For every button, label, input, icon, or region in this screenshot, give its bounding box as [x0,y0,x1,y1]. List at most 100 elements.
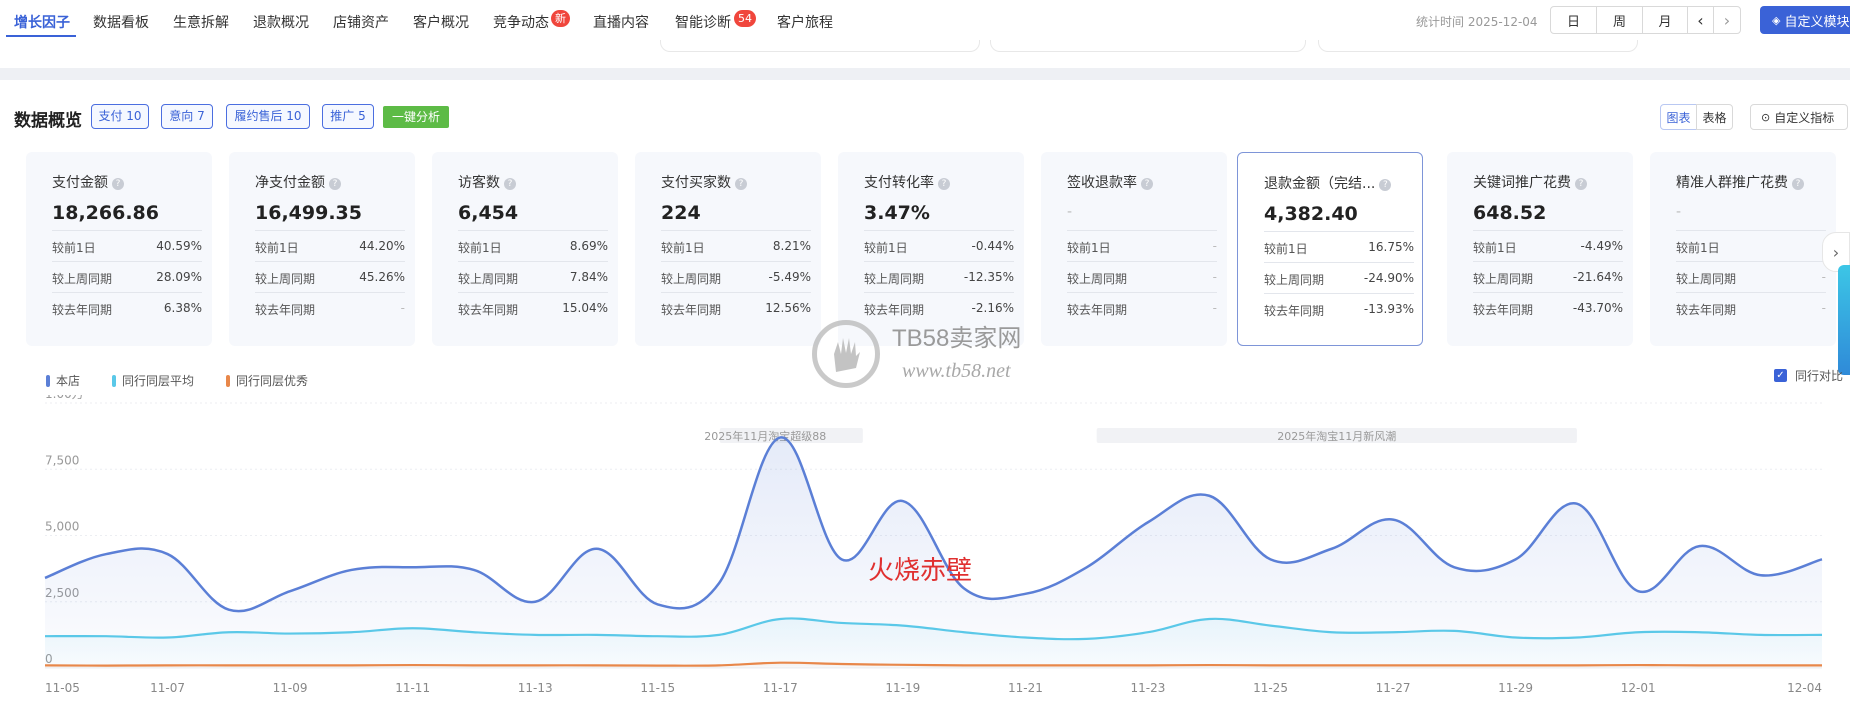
x-tick-label: 11-27 [1376,681,1411,695]
metric-value: 3.47% [864,202,930,224]
metric-card[interactable]: 退款金额（完结...? 4,382.40 较前1日 16.75% 较上周同期 -24.90… [1237,152,1423,346]
comparison-value: - [1212,239,1217,253]
tab-competition[interactable]: 竞争动态 [493,12,549,32]
help-icon[interactable]: ? [1792,178,1804,190]
comparison-label: 较前1日 [1473,241,1517,255]
custom-metric-label: 自定义指标 [1774,110,1835,125]
help-icon[interactable]: ? [1379,179,1392,191]
x-tick-label: 11-15 [640,681,675,695]
tab-customer-overview[interactable]: 客户概况 [413,12,469,32]
help-icon[interactable]: ? [735,178,747,190]
comparison-row: 较前1日- [1676,230,1826,260]
y-tick-label: 1.00万 [45,395,84,401]
comparison-row: 较去年同期 -43.70% [1473,292,1623,322]
metric-card[interactable]: 净支付金额? 16,499.35 较前1日 44.20% 较上周同期 45.26% 较去年同… [229,152,415,346]
peer-compare-toggle[interactable]: ✓ 同行对比 [1774,367,1843,384]
tab-shop-assets[interactable]: 店铺资产 [333,12,389,32]
one-click-analyze-button[interactable]: 一键分析 [383,106,449,128]
legend-item-peer-average[interactable]: 同行同层平均 [112,372,194,389]
legend-swatch [46,374,50,387]
period-week-button[interactable]: 周 [1596,6,1643,34]
help-icon[interactable]: ? [112,178,124,190]
view-table-button[interactable]: 表格 [1696,104,1733,130]
comparison-label: 较上周同期 [661,272,722,286]
x-tick-label: 11-25 [1253,681,1288,695]
watermark-logo [812,320,880,388]
metric-card[interactable]: 精准人群推广花费? - 较前1日- 较上周同期 - 较去年同期 - [1650,152,1836,346]
tab-business-breakdown[interactable]: 生意拆解 [173,12,229,32]
comparison-value: - [1821,270,1826,284]
tab-customer-journey[interactable]: 客户旅程 [777,12,833,32]
filter-chip-intent[interactable]: 意向 7 [161,104,213,129]
metric-label-text: 访客数 [458,175,500,191]
comparison-value: - [400,301,405,315]
tab-data-board[interactable]: 数据看板 [93,12,149,32]
metric-label-text: 关键词推广花费 [1473,175,1571,191]
custom-module-button[interactable]: ◈ 自定义模块 [1760,6,1850,34]
x-tick-label: 11-09 [273,681,308,695]
tab-smart-diagnosis[interactable]: 智能诊断 [675,12,731,32]
metric-card[interactable]: 支付买家数? 224 较前1日 8.21% 较上周同期 -5.49% 较去年同期 12.56% [635,152,821,346]
tab-refund-overview[interactable]: 退款概况 [253,12,309,32]
comparison-value: 40.59% [156,239,202,253]
comparison-value: 6.38% [163,301,202,315]
comparison-row: 较上周同期 7.84% [458,261,608,291]
next-period-icon[interactable]: › [1713,6,1741,34]
comparison-label: 较去年同期 [52,303,113,317]
comparison-row: 较去年同期 15.04% [458,292,608,322]
watermark-url: www.tb58.net [902,360,1011,382]
filter-chip-payment[interactable]: 支付 10 [91,104,149,129]
metric-card[interactable]: 关键词推广花费? 648.52 较前1日 -4.49% 较上周同期 -21.64% 较去年同… [1447,152,1633,346]
side-widget[interactable] [1838,265,1850,375]
event-label: 2025年11月淘宝超级88 [704,429,826,443]
comparison-label: 较上周同期 [52,272,113,286]
comparison-value: -4.49% [1580,239,1623,253]
comparison-value: 12.56% [765,301,811,315]
period-day-button[interactable]: 日 [1550,6,1597,34]
metric-value: - [1676,204,1682,220]
collapsed-card [660,40,980,52]
help-icon[interactable]: ? [1575,178,1587,190]
comparison-label: 较去年同期 [255,303,316,317]
metric-label: 关键词推广花费? [1473,172,1587,192]
active-tab-indicator [6,35,76,37]
x-tick-label: 11-29 [1498,681,1533,695]
filter-chip-promotion[interactable]: 推广 5 [322,104,374,129]
view-chart-button[interactable]: 图表 [1660,104,1697,130]
legend-item-store[interactable]: 本店 [46,372,80,389]
legend-label: 同行同层优秀 [236,374,309,388]
comparison-row: 较前1日- [1067,230,1217,260]
legend-label: 本店 [56,374,81,388]
comparison-value: -5.49% [768,270,811,284]
metric-card[interactable]: 支付金额? 18,266.86 较前1日 40.59% 较上周同期 28.09% 较去年同期… [26,152,212,346]
event-label: 2025年淘宝11月新风潮 [1277,429,1396,443]
comparison-value: -13.93% [1363,302,1414,316]
help-icon[interactable]: ? [1141,178,1153,190]
metric-value: 224 [661,202,701,224]
help-icon[interactable]: ? [504,178,516,190]
filter-chip-fulfillment[interactable]: 履约售后 10 [226,104,310,129]
metric-card[interactable]: 签收退款率? - 较前1日 - 较上周同期 - 较去年同期 - [1041,152,1227,346]
legend-item-peer-excellent[interactable]: 同行同层优秀 [226,372,308,389]
period-month-button[interactable]: 月 [1642,6,1688,34]
comparison-row: 较上周同期 45.26% [255,261,405,291]
tab-live-content[interactable]: 直播内容 [593,12,649,32]
comparison-row: 较去年同期 - [1676,292,1826,322]
metric-card[interactable]: 访客数? 6,454 较前1日 8.69% 较上周同期 7.84% 较去年同期 15.04% [432,152,618,346]
metric-label-text: 支付金额 [52,175,108,191]
metric-card[interactable]: 支付转化率? 3.47% 较前1日 -0.44% 较上周同期 -12.35% 较去年同期 -2… [838,152,1024,346]
help-icon[interactable]: ? [938,178,950,190]
legend-swatch [112,374,116,387]
metric-value: - [1067,204,1073,220]
hand-icon [834,338,860,372]
tab-growth-factor[interactable]: 增长因子 [14,12,70,32]
metric-value: 18,266.86 [52,202,159,224]
collapsed-card [1318,40,1638,52]
comparison-label: 较前1日 [1264,242,1308,256]
help-icon[interactable]: ? [329,178,341,190]
prev-period-icon[interactable]: ‹ [1687,6,1714,34]
comparison-value: -2.16% [971,301,1014,315]
comparison-value: -24.90% [1363,271,1414,285]
custom-metric-button[interactable]: ⊙ 自定义指标 [1750,104,1848,130]
comparison-value: 16.75% [1368,240,1414,254]
